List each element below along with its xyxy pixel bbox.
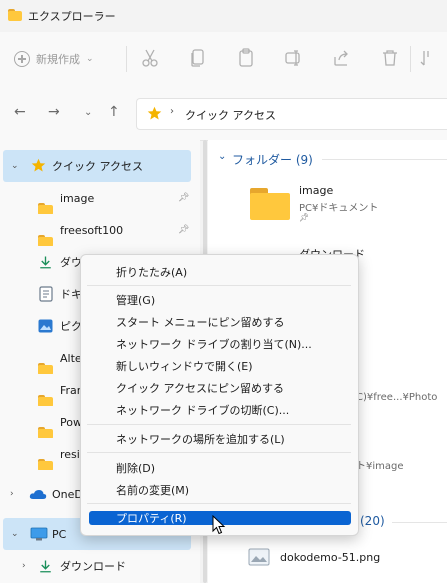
paste-icon[interactable] bbox=[236, 48, 256, 68]
star-icon bbox=[31, 158, 46, 172]
nav-item-quick-access[interactable]: ⌄ クイック アクセス bbox=[3, 150, 191, 182]
context-menu: 折りたたみ(A) 管理(G) スタート メニューにピン留めする ネットワーク ド… bbox=[80, 254, 359, 536]
folder-icon bbox=[38, 459, 53, 470]
download-icon bbox=[40, 256, 51, 269]
title-bar: エクスプローラー bbox=[0, 0, 447, 32]
download-icon bbox=[40, 560, 51, 573]
nav-item-freesoft100[interactable]: freesoft100 📌︎ bbox=[0, 214, 192, 246]
chevron-down-icon: ⌄ bbox=[86, 54, 94, 64]
nav-item-label: Alte bbox=[60, 351, 82, 365]
menu-separator bbox=[87, 285, 351, 286]
group-header-recent[interactable]: (20) bbox=[360, 514, 385, 528]
folder-name: image bbox=[299, 184, 334, 197]
folder-icon bbox=[8, 9, 22, 21]
address-path: クイック アクセス bbox=[185, 109, 276, 122]
recent-chevron-icon[interactable]: ⌄ bbox=[84, 107, 92, 118]
chevron-down-icon[interactable]: ⌄ bbox=[218, 151, 226, 162]
command-bar: 新規作成 ⌄ bbox=[0, 32, 447, 87]
nav-item-label: freesoft100 bbox=[60, 223, 124, 237]
pin-icon: 📌︎ bbox=[299, 213, 310, 222]
plus-icon bbox=[14, 51, 30, 67]
folder-path: PC¥ドキュメント bbox=[299, 203, 379, 214]
mouse-cursor-icon bbox=[212, 515, 226, 535]
nav-item-label: PC bbox=[52, 527, 67, 541]
folder-icon bbox=[38, 203, 53, 214]
menu-separator bbox=[87, 503, 351, 504]
up-arrow-icon[interactable]: ↑ bbox=[108, 104, 120, 120]
back-arrow-icon[interactable]: ← bbox=[14, 104, 26, 120]
folder-icon bbox=[38, 427, 53, 438]
menu-item-pin-quick-access[interactable]: クイック アクセスにピン留めする bbox=[116, 380, 284, 396]
cloud-icon bbox=[29, 490, 47, 499]
file-row[interactable]: dokodemo-51.png bbox=[244, 546, 444, 570]
pin-icon: 📌︎ bbox=[178, 193, 190, 203]
forward-arrow-icon[interactable]: → bbox=[48, 104, 60, 120]
pc-icon bbox=[30, 527, 48, 541]
chevron-right-icon[interactable]: › bbox=[10, 489, 14, 499]
nav-item-label: Pow bbox=[60, 415, 82, 429]
breadcrumb-chevron-icon: › bbox=[170, 106, 174, 117]
menu-separator bbox=[87, 424, 351, 425]
file-name: dokodemo-51.png bbox=[280, 551, 381, 564]
menu-separator bbox=[87, 452, 351, 453]
nav-item-label: image bbox=[60, 191, 95, 205]
navigation-row: ← → ⌄ ↑ › クイック アクセス bbox=[0, 86, 447, 141]
folder-icon bbox=[250, 188, 290, 220]
menu-item-map-network-drive[interactable]: ネットワーク ドライブの割り当て(N)... bbox=[116, 336, 312, 352]
sort-icon[interactable] bbox=[418, 48, 438, 68]
star-icon bbox=[147, 106, 162, 120]
menu-item-rename[interactable]: 名前の変更(M) bbox=[116, 482, 189, 498]
menu-item-manage[interactable]: 管理(G) bbox=[116, 292, 155, 308]
image-file-icon bbox=[248, 548, 270, 566]
folder-icon bbox=[38, 395, 53, 406]
chevron-down-icon[interactable]: ⌄ bbox=[11, 161, 19, 171]
menu-item-delete[interactable]: 削除(D) bbox=[116, 460, 155, 476]
menu-item-collapse[interactable]: 折りたたみ(A) bbox=[116, 264, 187, 280]
delete-icon[interactable] bbox=[380, 48, 400, 68]
pictures-icon bbox=[38, 319, 53, 333]
chevron-down-icon[interactable]: ⌄ bbox=[11, 529, 19, 539]
rename-icon[interactable] bbox=[284, 48, 304, 68]
nav-item-label: ピク bbox=[60, 320, 82, 333]
folder-tile-image[interactable]: image PC¥ドキュメント 📌︎ bbox=[244, 180, 444, 230]
cut-icon[interactable] bbox=[140, 48, 160, 68]
nav-item-image[interactable]: image 📌︎ bbox=[0, 182, 192, 214]
address-bar[interactable]: › クイック アクセス bbox=[136, 98, 447, 130]
share-icon[interactable] bbox=[332, 48, 352, 68]
nav-item-label: OneD bbox=[52, 487, 83, 501]
new-button[interactable]: 新規作成 ⌄ bbox=[14, 46, 94, 72]
menu-item-disconnect-drive[interactable]: ネットワーク ドライブの切断(C)... bbox=[116, 402, 289, 418]
nav-item-label: ダウンロード bbox=[60, 560, 126, 573]
nav-item-label: クイック アクセス bbox=[52, 160, 143, 173]
folder-icon bbox=[38, 235, 53, 246]
menu-item-pin-to-start[interactable]: スタート メニューにピン留めする bbox=[116, 314, 285, 330]
chevron-right-icon[interactable]: › bbox=[22, 561, 26, 571]
folder-icon bbox=[38, 363, 53, 374]
new-label: 新規作成 bbox=[36, 53, 80, 66]
folder-path: C)¥free...¥Photo bbox=[356, 392, 438, 403]
window-title: エクスプローラー bbox=[28, 10, 116, 23]
group-divider bbox=[392, 522, 447, 523]
nav-item-pc-downloads[interactable]: › ダウンロード bbox=[0, 550, 192, 582]
pin-icon: 📌︎ bbox=[178, 225, 190, 235]
menu-item-label: プロパティ(R) bbox=[116, 512, 187, 525]
menu-item-open-new-window[interactable]: 新しいウィンドウで開く(E) bbox=[116, 358, 253, 374]
copy-icon[interactable] bbox=[188, 48, 208, 68]
folder-path: ト¥image bbox=[356, 461, 404, 472]
group-header-folders[interactable]: フォルダー (9) bbox=[232, 151, 313, 168]
nav-item-label: ドキ bbox=[60, 288, 82, 301]
document-icon bbox=[39, 286, 53, 302]
menu-item-add-network-location[interactable]: ネットワークの場所を追加する(L) bbox=[116, 431, 285, 447]
group-divider bbox=[322, 159, 447, 160]
